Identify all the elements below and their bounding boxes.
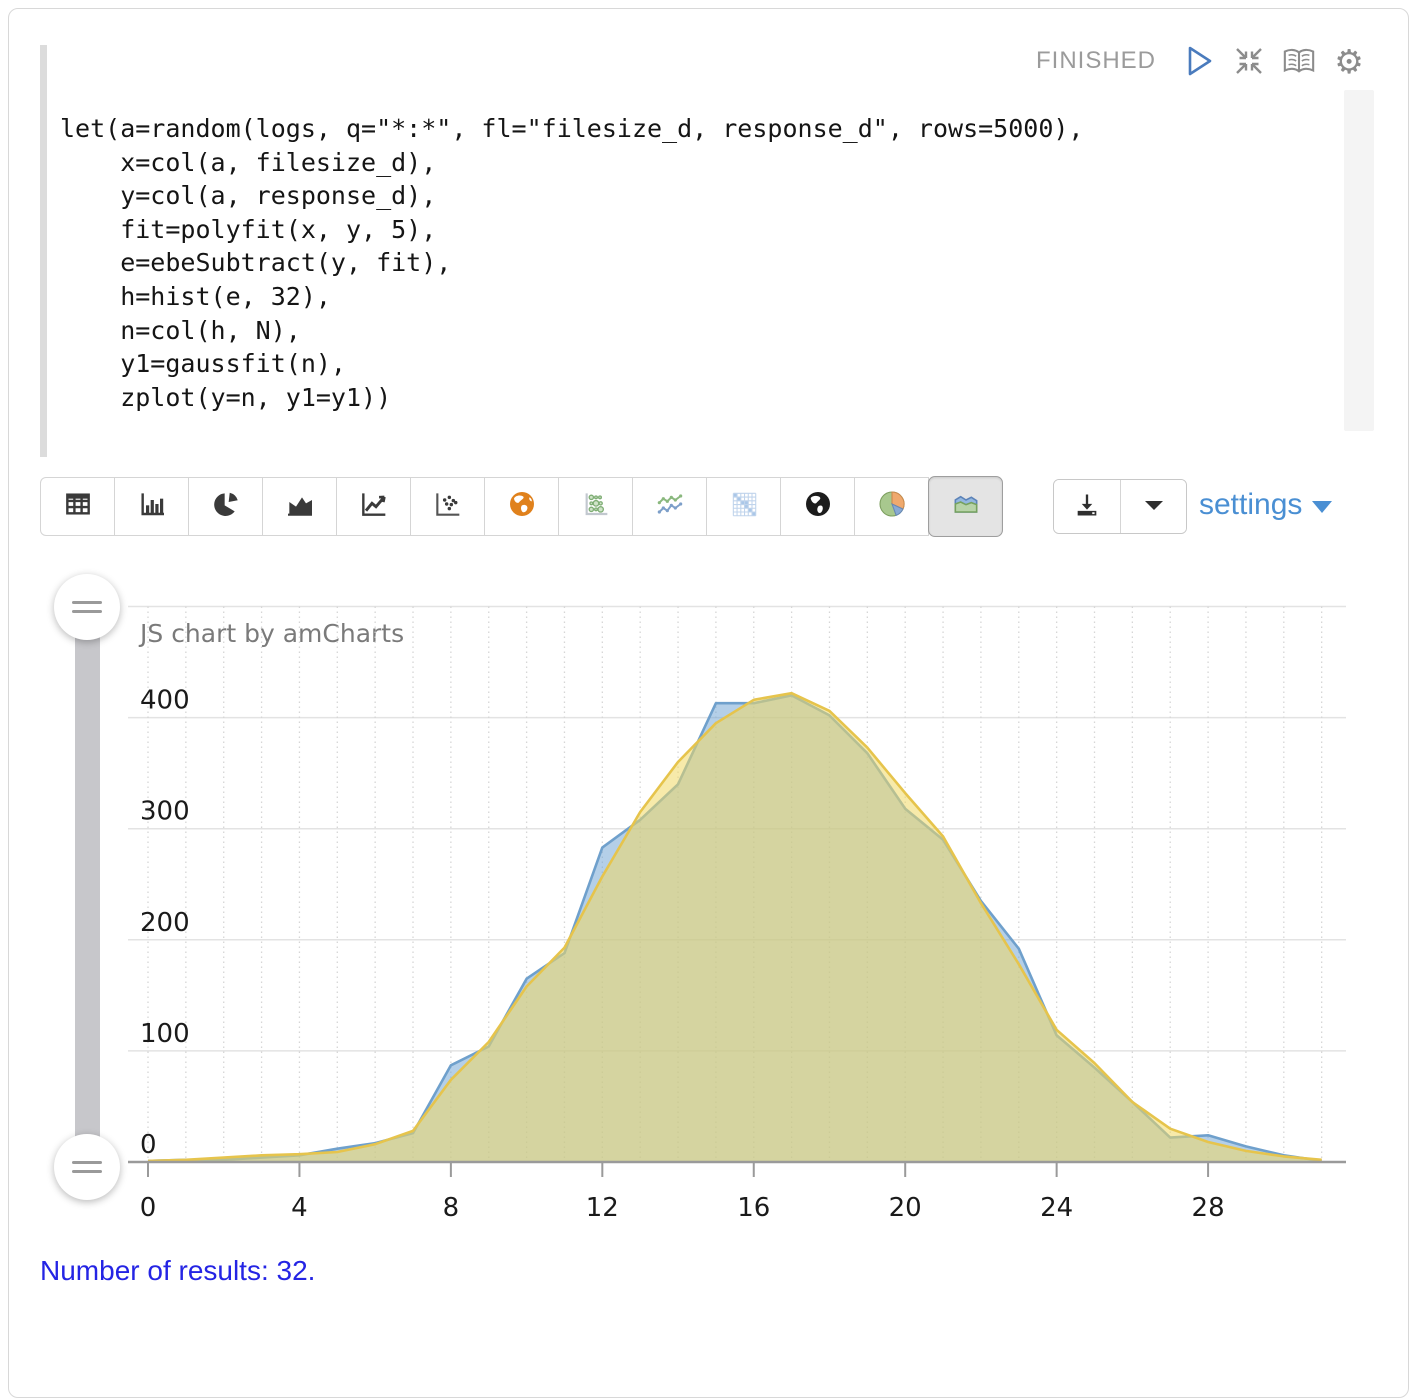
area-chart-plot[interactable]: 0 4 8 12 16 20 24 28 0 100 200 300 400 xyxy=(0,0,1418,1304)
svg-text:4: 4 xyxy=(291,1193,308,1223)
results-count-text: Number of results: 32. xyxy=(40,1255,315,1287)
svg-text:400: 400 xyxy=(140,686,190,716)
value-axis-zoom-track xyxy=(75,607,100,1168)
svg-text:0: 0 xyxy=(140,1130,157,1160)
svg-text:16: 16 xyxy=(737,1193,770,1223)
zplot-area-chart-icon xyxy=(947,488,985,525)
chart-type-zplot-area-button[interactable] xyxy=(928,476,1003,537)
svg-text:100: 100 xyxy=(140,1019,190,1049)
svg-text:12: 12 xyxy=(586,1193,619,1223)
svg-text:20: 20 xyxy=(889,1193,922,1223)
svg-text:0: 0 xyxy=(140,1193,157,1223)
value-axis-zoom-handle-top[interactable] xyxy=(54,574,120,640)
svg-text:28: 28 xyxy=(1192,1193,1225,1223)
svg-text:24: 24 xyxy=(1040,1193,1073,1223)
value-axis-zoom-handle-bottom[interactable] xyxy=(54,1134,120,1200)
svg-text:8: 8 xyxy=(443,1193,460,1223)
area-series-1 xyxy=(148,693,1322,1162)
svg-text:200: 200 xyxy=(140,908,190,938)
svg-text:300: 300 xyxy=(140,797,190,827)
